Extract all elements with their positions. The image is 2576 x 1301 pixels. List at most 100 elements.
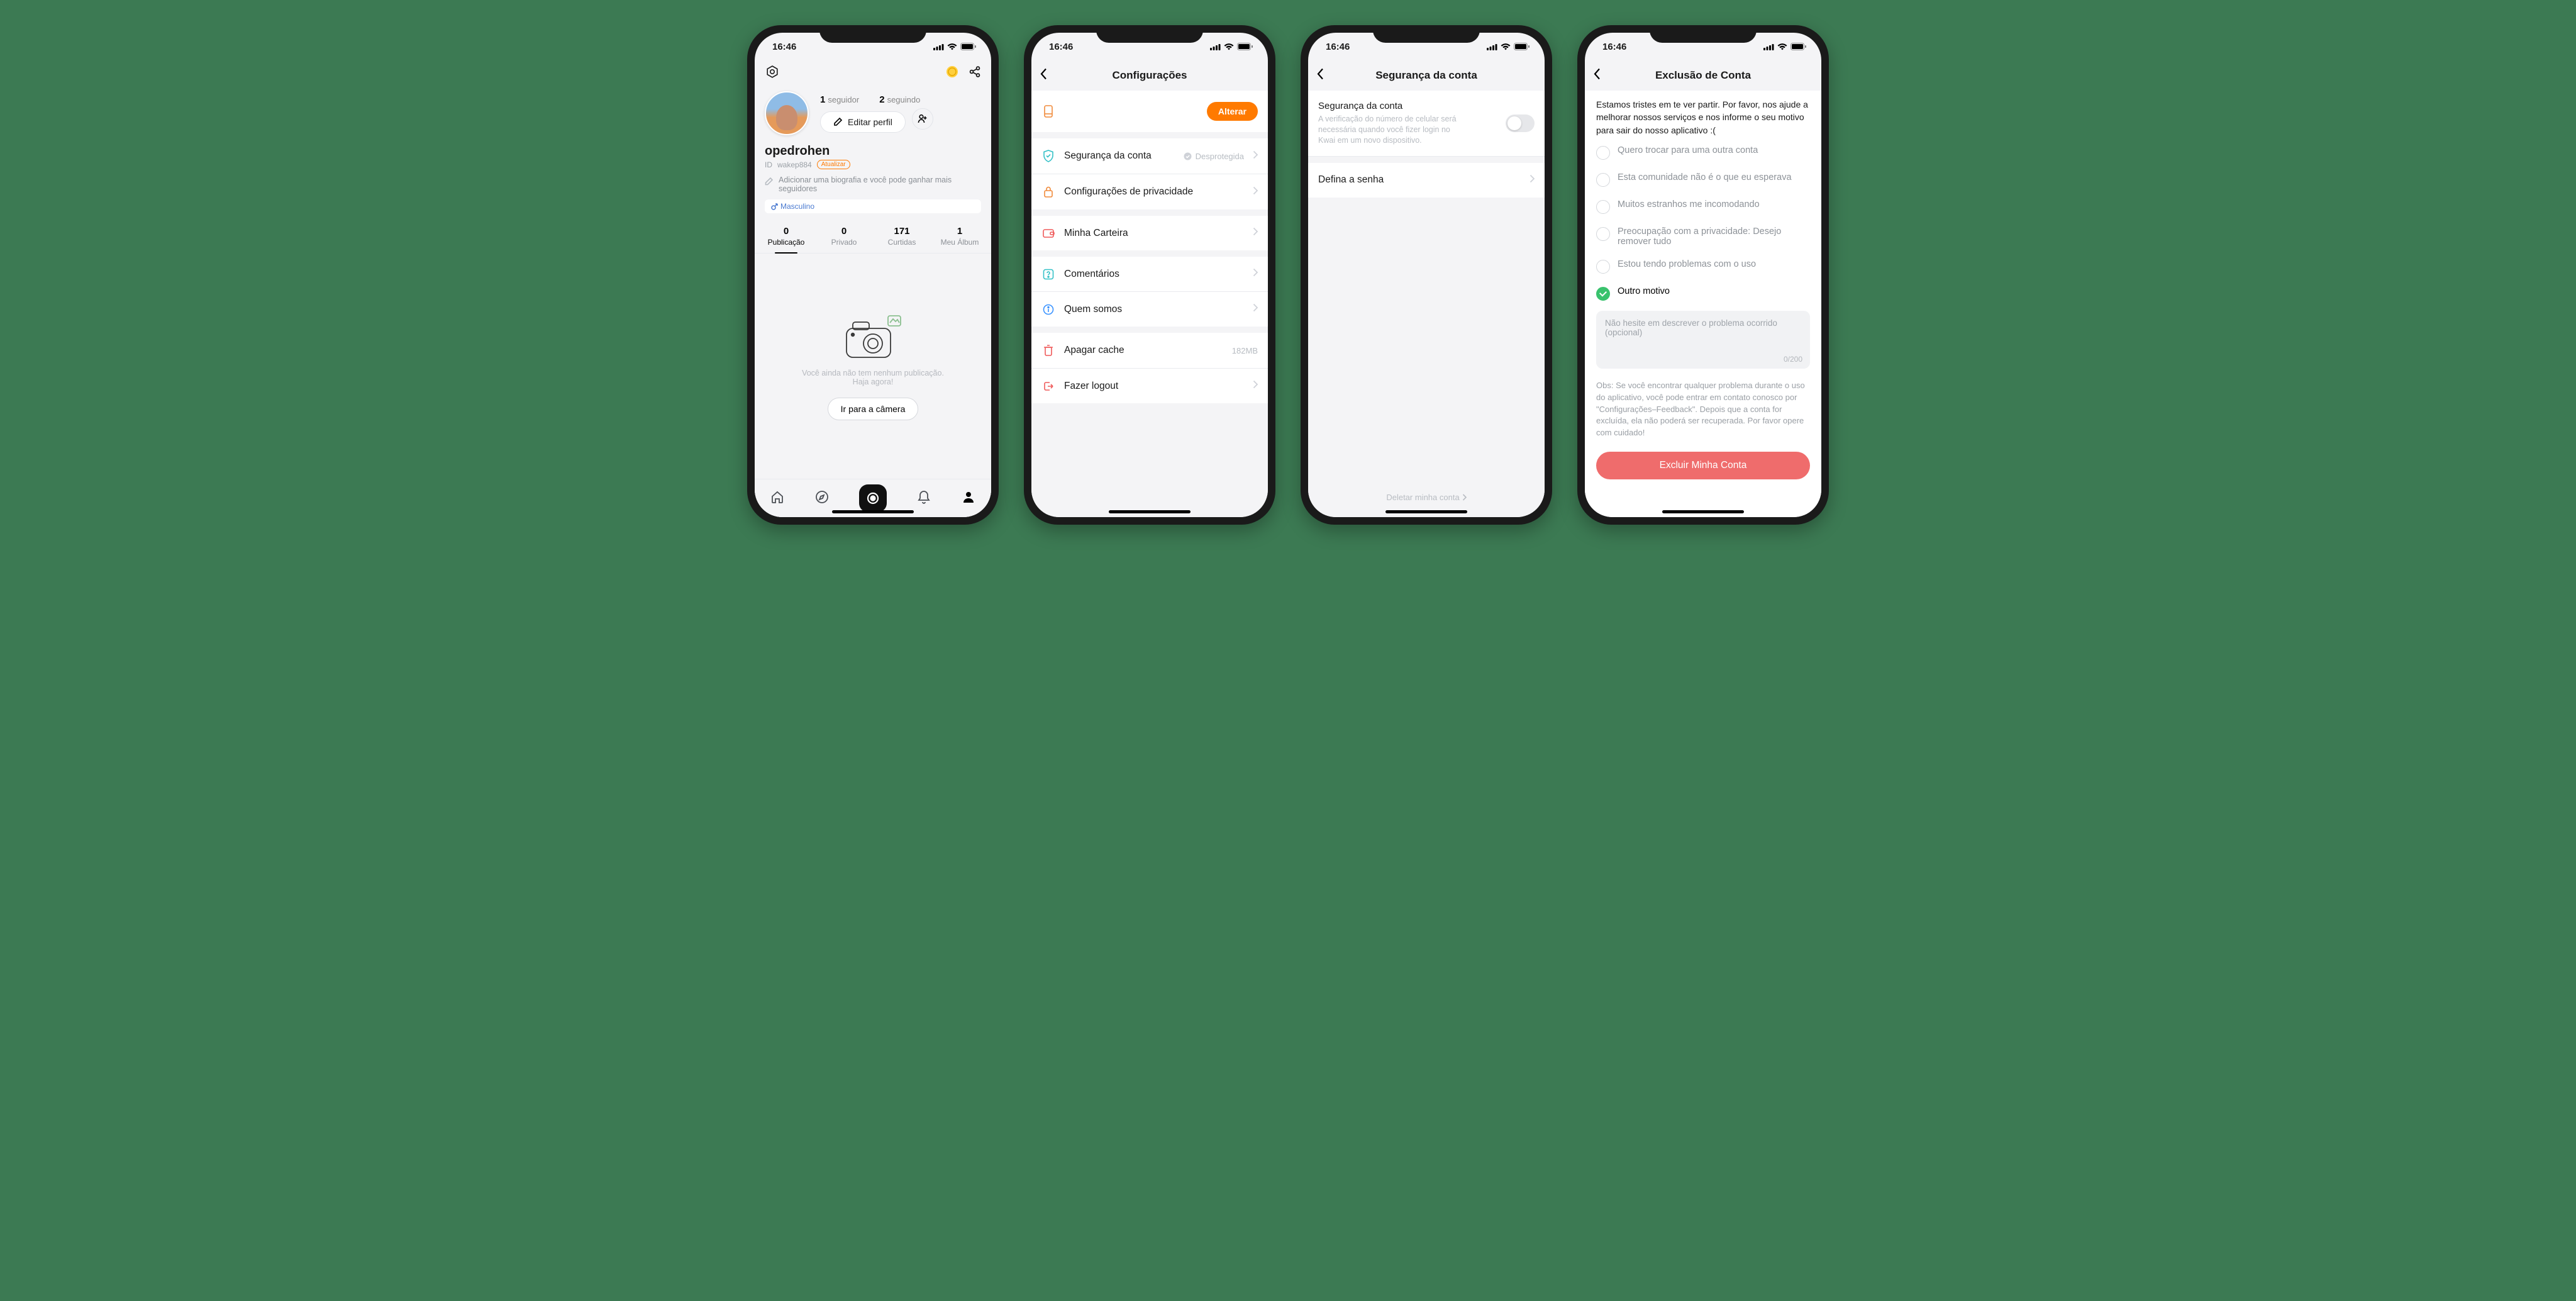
deletion-note: Obs: Se você encontrar qualquer problema…	[1585, 369, 1821, 439]
logout-icon	[1041, 381, 1055, 392]
nav-profile-icon[interactable]	[961, 489, 976, 508]
reason-option-4[interactable]: Estou tendo problemas com o uso	[1585, 253, 1821, 280]
row-security-toggle: Segurança da conta A verificação do núme…	[1308, 91, 1545, 157]
share-icon[interactable]	[969, 65, 981, 81]
status-time: 16:46	[772, 42, 796, 52]
delete-account-button[interactable]: Excluir Minha Conta	[1596, 452, 1810, 479]
header: Configurações	[1031, 60, 1268, 91]
coin-icon[interactable]	[946, 65, 958, 81]
avatar[interactable]	[765, 91, 809, 135]
chevron-right-icon	[1462, 494, 1467, 501]
page-title: Configurações	[1112, 69, 1187, 82]
row-phone[interactable]: Alterar	[1031, 91, 1268, 132]
nav-explore-icon[interactable]	[814, 489, 830, 508]
page-title: Segurança da conta	[1375, 69, 1477, 82]
settings-icon[interactable]	[765, 64, 780, 82]
following-stat[interactable]: 2seguindo	[879, 94, 920, 105]
radio-icon	[1596, 227, 1610, 241]
radio-icon	[1596, 260, 1610, 274]
tab-likes[interactable]: 171Curtidas	[873, 222, 931, 253]
chevron-right-icon	[1253, 303, 1258, 315]
nav-notifications-icon[interactable]	[916, 489, 931, 508]
chevron-right-icon	[1253, 186, 1258, 198]
user-id-value: wakep884	[777, 160, 812, 169]
update-badge[interactable]: Atualizar	[817, 160, 850, 169]
tab-album[interactable]: 1Meu Álbum	[931, 222, 989, 253]
row-privacy[interactable]: Configurações de privacidade	[1031, 174, 1268, 209]
cellular-icon	[1487, 43, 1497, 50]
battery-icon	[1514, 43, 1530, 50]
reason-option-5[interactable]: Outro motivo	[1585, 280, 1821, 307]
row-set-password[interactable]: Defina a senha	[1308, 157, 1545, 198]
header: Exclusão de Conta	[1585, 60, 1821, 91]
row-about[interactable]: Quem somos	[1031, 292, 1268, 327]
cellular-icon	[1210, 43, 1221, 50]
tab-private[interactable]: 0Privado	[815, 222, 873, 253]
alter-button[interactable]: Alterar	[1207, 102, 1258, 121]
wifi-icon	[947, 43, 957, 50]
reason-option-2[interactable]: Muitos estranhos me incomodando	[1585, 193, 1821, 220]
back-button[interactable]	[1040, 68, 1048, 84]
wifi-icon	[1224, 43, 1234, 50]
info-icon	[1041, 304, 1055, 315]
textarea-placeholder: Não hesite em descrever o problema ocorr…	[1605, 318, 1777, 337]
security-toggle-title: Segurança da conta	[1318, 101, 1535, 111]
edit-profile-button[interactable]: Editar perfil	[820, 111, 906, 133]
followers-stat[interactable]: 1seguidor	[820, 94, 859, 105]
empty-state: Você ainda não tem nenhum publicação.Haj…	[755, 254, 991, 479]
back-button[interactable]	[1317, 68, 1324, 84]
page-title: Exclusão de Conta	[1655, 69, 1751, 82]
status-indicators	[1487, 43, 1530, 50]
pencil-icon	[833, 117, 843, 126]
reason-option-0[interactable]: Quero trocar para uma outra conta	[1585, 139, 1821, 166]
home-indicator[interactable]	[1109, 510, 1191, 513]
row-account-security[interactable]: Segurança da conta Desprotegida	[1031, 138, 1268, 174]
row-wallet[interactable]: Minha Carteira	[1031, 216, 1268, 250]
phone-icon	[1041, 105, 1055, 118]
status-time: 16:46	[1602, 42, 1626, 52]
go-to-camera-button[interactable]: Ir para a câmera	[828, 398, 919, 420]
chevron-right-icon	[1530, 174, 1535, 186]
home-indicator[interactable]	[832, 510, 914, 513]
reason-textarea[interactable]: Não hesite em descrever o problema ocorr…	[1596, 311, 1810, 369]
deletion-intro: Estamos tristes em te ver partir. Por fa…	[1585, 91, 1821, 139]
security-toggle[interactable]	[1506, 114, 1535, 132]
lock-icon	[1041, 186, 1055, 198]
home-indicator[interactable]	[1662, 510, 1744, 513]
wallet-icon	[1041, 228, 1055, 239]
gender-chip[interactable]: Masculino	[765, 199, 981, 213]
row-comments[interactable]: Comentários	[1031, 257, 1268, 292]
wifi-icon	[1777, 43, 1787, 50]
status-indicators	[933, 43, 976, 50]
nav-home-icon[interactable]	[770, 489, 785, 508]
chevron-right-icon	[1253, 227, 1258, 239]
trash-icon	[1041, 344, 1055, 357]
radio-icon	[1596, 146, 1610, 160]
chevron-right-icon	[1253, 150, 1258, 162]
reason-option-3[interactable]: Preocupação com a privacidade: Desejo re…	[1585, 220, 1821, 253]
row-logout[interactable]: Fazer logout	[1031, 369, 1268, 403]
cellular-icon	[933, 43, 944, 50]
home-indicator[interactable]	[1385, 510, 1467, 513]
status-indicators	[1210, 43, 1253, 50]
bio-hint[interactable]: Adicionar uma biografia e você pode ganh…	[779, 176, 981, 193]
radio-icon	[1596, 173, 1610, 187]
char-counter: 0/200	[1784, 355, 1802, 364]
row-cache[interactable]: Apagar cache 182MB	[1031, 333, 1268, 369]
profile-tabs: 0Publicação 0Privado 171Curtidas 1Meu Ál…	[755, 222, 991, 254]
status-indicators	[1763, 43, 1806, 50]
nav-create-button[interactable]	[859, 484, 887, 512]
question-icon	[1041, 269, 1055, 280]
cellular-icon	[1763, 43, 1774, 50]
chevron-right-icon	[1253, 380, 1258, 392]
back-button[interactable]	[1594, 68, 1601, 84]
status-time: 16:46	[1049, 42, 1073, 52]
status-time: 16:46	[1326, 42, 1350, 52]
battery-icon	[960, 43, 976, 50]
add-person-button[interactable]	[912, 108, 933, 130]
edit-profile-label: Editar perfil	[848, 117, 892, 127]
username: opedrohen	[765, 144, 981, 159]
tab-publications[interactable]: 0Publicação	[757, 222, 815, 253]
battery-icon	[1790, 43, 1806, 50]
reason-option-1[interactable]: Esta comunidade não é o que eu esperava	[1585, 166, 1821, 193]
